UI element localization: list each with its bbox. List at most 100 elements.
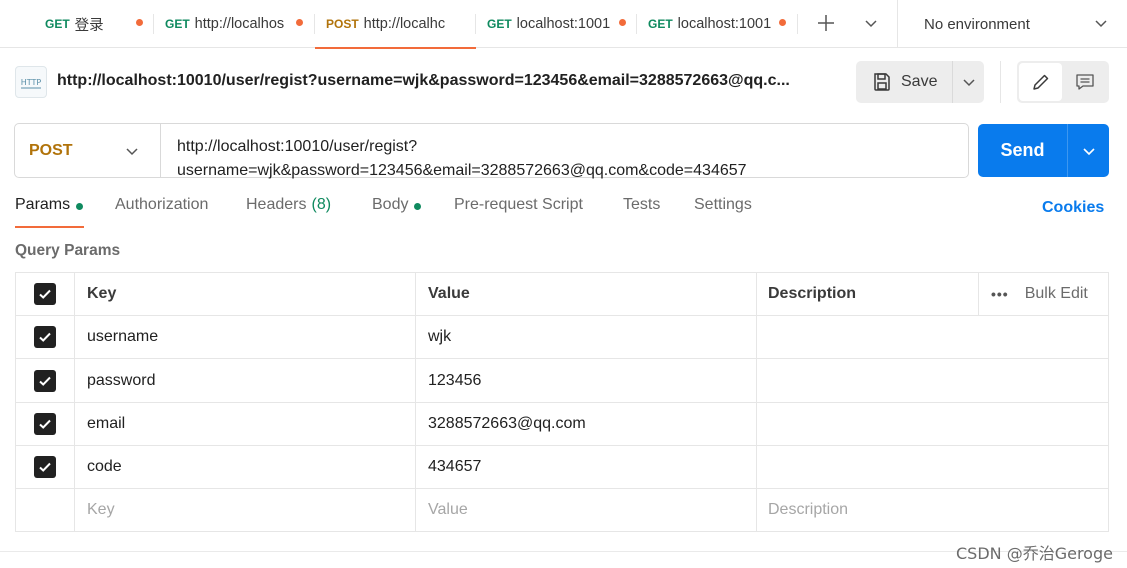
- new-value-input[interactable]: Value: [416, 489, 757, 531]
- request-tab-3[interactable]: POST http://localhc: [315, 0, 476, 49]
- row-checkbox[interactable]: [34, 413, 56, 435]
- url-bar: POST http://localhost:10010/user/regist?…: [14, 123, 969, 179]
- value-column-header: Value: [416, 273, 757, 315]
- tab-method: GET: [45, 17, 70, 31]
- tab-name: localhost:1001: [516, 16, 611, 32]
- status-dot: [414, 203, 422, 210]
- tab-name: http://localhc: [363, 16, 446, 32]
- param-key[interactable]: email: [75, 403, 416, 445]
- key-column-header: Key: [75, 273, 416, 315]
- check-icon: [39, 462, 51, 472]
- request-tab-2[interactable]: GET http://localhos: [154, 0, 315, 48]
- save-options-button[interactable]: [952, 61, 984, 103]
- chevron-down-icon: [962, 79, 975, 87]
- select-all-checkbox[interactable]: [34, 283, 56, 305]
- edit-mode-button[interactable]: [1019, 63, 1062, 101]
- check-icon: [39, 332, 51, 342]
- param-description[interactable]: [757, 403, 1108, 445]
- param-description[interactable]: [757, 359, 1108, 402]
- new-description-input[interactable]: Description: [757, 489, 1108, 531]
- comment-icon: [1075, 74, 1094, 90]
- row-checkbox[interactable]: [34, 326, 56, 348]
- chevron-down-icon: [1095, 20, 1107, 28]
- new-param-row: Key Value Description: [16, 489, 1108, 531]
- tab-authorization[interactable]: Authorization: [115, 196, 208, 228]
- save-button[interactable]: Save: [856, 61, 952, 103]
- send-options-button[interactable]: [1067, 124, 1109, 177]
- query-params-table: Key Value Description ••• Bulk Edit user…: [15, 272, 1109, 532]
- bulk-edit-button[interactable]: ••• Bulk Edit: [979, 273, 1108, 315]
- bulk-edit-label: Bulk Edit: [1024, 285, 1088, 302]
- cookies-link[interactable]: Cookies: [1042, 199, 1104, 217]
- view-mode-toggle: [1017, 61, 1109, 103]
- tab-pre-request-script[interactable]: Pre-request Script: [454, 196, 583, 228]
- new-tab-button[interactable]: [813, 10, 839, 36]
- check-icon: [39, 419, 51, 429]
- table-row: username wjk: [16, 316, 1108, 359]
- plus-icon: [818, 15, 834, 31]
- row-checkbox[interactable]: [34, 369, 56, 392]
- param-value[interactable]: 3288572663@qq.com: [416, 403, 757, 445]
- tab-overflow-button[interactable]: [858, 10, 884, 36]
- tab-params[interactable]: Params: [15, 196, 84, 228]
- param-key[interactable]: username: [75, 316, 416, 358]
- tab-method: GET: [648, 17, 673, 31]
- check-icon: [39, 289, 51, 299]
- unsaved-dot: [619, 19, 626, 26]
- table-header-row: Key Value Description ••• Bulk Edit: [16, 273, 1108, 316]
- tab-name: localhost:1001: [677, 16, 772, 32]
- url-input[interactable]: http://localhost:10010/user/regist? user…: [177, 135, 957, 183]
- url-line: username=wjk&password=123456&email=32885…: [177, 162, 747, 179]
- request-tab-5[interactable]: GET localhost:1001: [637, 0, 798, 48]
- unsaved-dot: [136, 19, 143, 26]
- request-title[interactable]: http://localhost:10010/user/regist?usern…: [57, 72, 827, 94]
- unsaved-dot: [779, 19, 786, 26]
- check-icon: [39, 376, 51, 386]
- watermark: CSDN @乔治Geroge: [956, 544, 1113, 563]
- url-line: http://localhost:10010/user/regist?: [177, 138, 418, 155]
- tab-settings[interactable]: Settings: [694, 196, 752, 228]
- row-checkbox[interactable]: [34, 456, 56, 478]
- request-tab-1[interactable]: GET 登录: [34, 0, 154, 48]
- param-value[interactable]: 434657: [416, 446, 757, 488]
- new-key-input[interactable]: Key: [75, 489, 416, 531]
- svg-text:HTTP: HTTP: [21, 78, 42, 87]
- more-options-icon[interactable]: •••: [991, 286, 1009, 302]
- tab-bar: GET 登录 GET http://localhos POST http://l…: [0, 0, 1127, 49]
- request-tab-4[interactable]: GET localhost:1001: [476, 0, 637, 48]
- http-request-icon: HTTP: [15, 66, 47, 98]
- table-row: email 3288572663@qq.com: [16, 403, 1108, 446]
- param-description[interactable]: [757, 316, 1108, 358]
- query-params-label: Query Params: [15, 242, 121, 259]
- send-button[interactable]: Send: [978, 124, 1067, 177]
- param-value[interactable]: 123456: [416, 359, 757, 402]
- table-row: code 434657: [16, 446, 1108, 489]
- chevron-down-icon: [126, 148, 138, 156]
- tab-name: 登录: [74, 17, 104, 34]
- method-select[interactable]: POST: [15, 124, 161, 177]
- param-key[interactable]: password: [75, 359, 416, 402]
- param-key[interactable]: code: [75, 446, 416, 488]
- save-label: Save: [901, 73, 938, 90]
- send-group: Send: [978, 124, 1109, 177]
- unsaved-dot: [296, 19, 303, 26]
- tab-body[interactable]: Body: [372, 196, 422, 228]
- save-icon: [874, 73, 890, 91]
- pencil-icon: [1032, 74, 1048, 90]
- tab-tests[interactable]: Tests: [623, 196, 660, 228]
- tab-name: http://localhos: [194, 16, 285, 32]
- tab-method: GET: [487, 17, 512, 31]
- param-description[interactable]: [757, 446, 1108, 488]
- postman-window: GET 登录 GET http://localhos POST http://l…: [0, 0, 1127, 568]
- description-column-header: Description: [757, 273, 979, 315]
- environment-label: No environment: [924, 15, 1030, 33]
- param-value[interactable]: wjk: [416, 316, 757, 358]
- tab-headers[interactable]: Headers (8): [246, 196, 331, 228]
- environment-selector[interactable]: No environment: [898, 0, 1127, 48]
- table-row: password 123456: [16, 359, 1108, 403]
- documentation-button[interactable]: [1062, 63, 1107, 101]
- chevron-down-icon: [1082, 147, 1095, 155]
- status-dot: [76, 203, 84, 210]
- tab-method: GET: [165, 17, 190, 31]
- method-label: POST: [29, 141, 73, 159]
